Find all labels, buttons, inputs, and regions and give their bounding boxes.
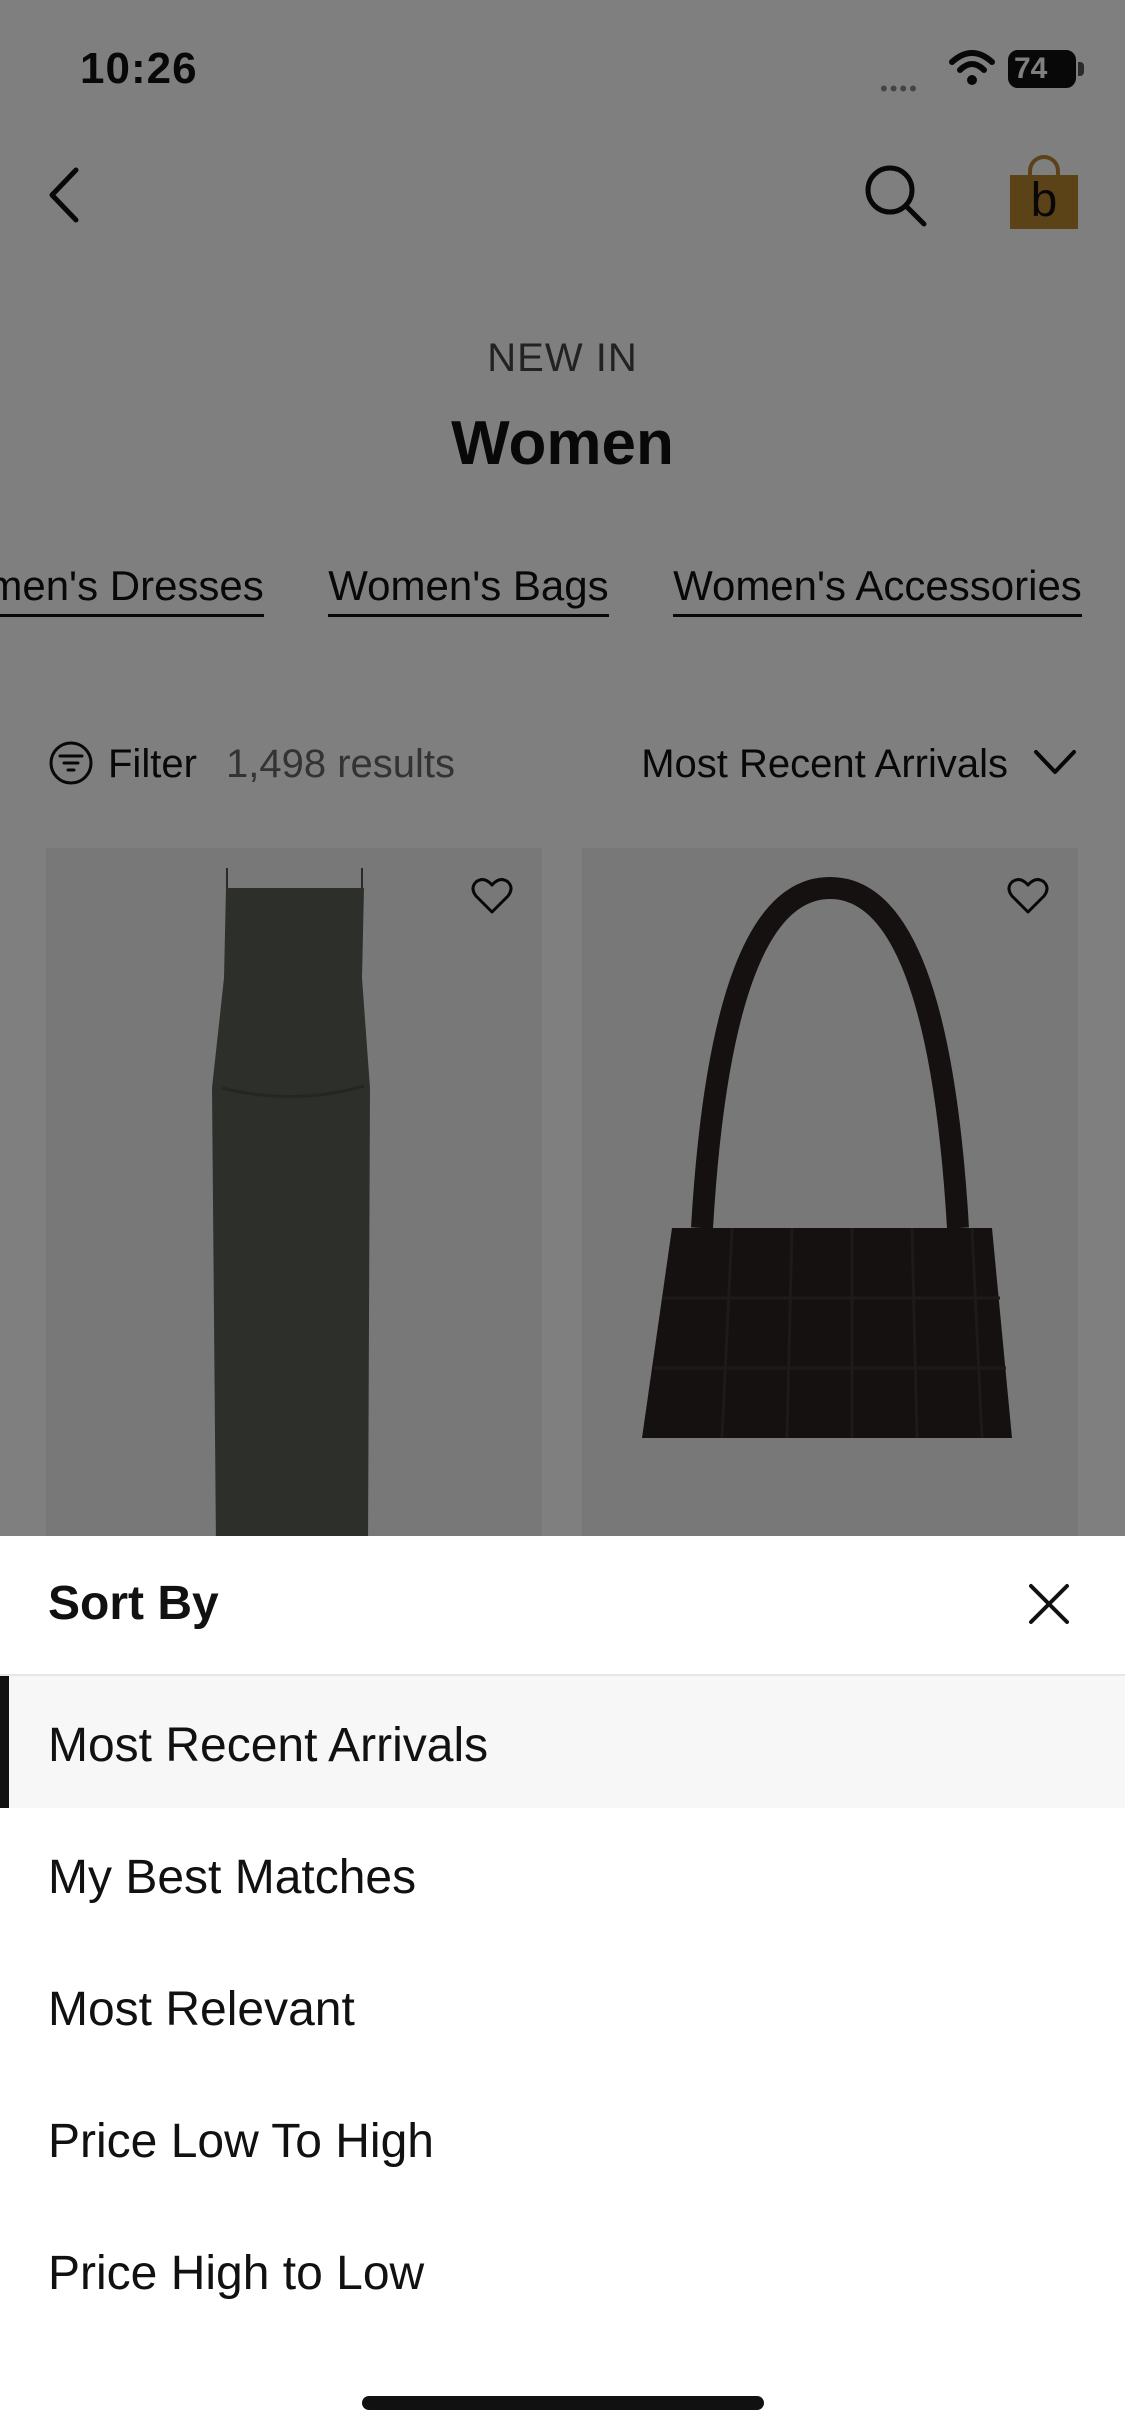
sort-option-price-low-high[interactable]: Price Low To High	[0, 2072, 1125, 2204]
sort-bottom-sheet: Sort By Most Recent Arrivals My Best Mat…	[0, 1536, 1125, 2436]
sort-option-label: Most Relevant	[48, 1983, 355, 2036]
sort-option-most-recent[interactable]: Most Recent Arrivals	[0, 1676, 1125, 1808]
sort-option-price-high-low[interactable]: Price High to Low	[0, 2204, 1125, 2336]
home-indicator[interactable]	[362, 2396, 764, 2410]
close-icon[interactable]	[1025, 1580, 1073, 1628]
sort-option-most-relevant[interactable]: Most Relevant	[0, 1940, 1125, 2072]
sort-option-label: Price High to Low	[48, 2247, 425, 2300]
sort-option-best-matches[interactable]: My Best Matches	[0, 1808, 1125, 1940]
modal-backdrop[interactable]	[0, 0, 1125, 1536]
sort-option-label: Most Recent Arrivals	[48, 1719, 489, 1772]
sheet-title: Sort By	[48, 1577, 219, 1630]
sort-option-label: My Best Matches	[48, 1851, 417, 1904]
selected-indicator	[0, 1676, 9, 1808]
sort-option-label: Price Low To High	[48, 2115, 434, 2168]
